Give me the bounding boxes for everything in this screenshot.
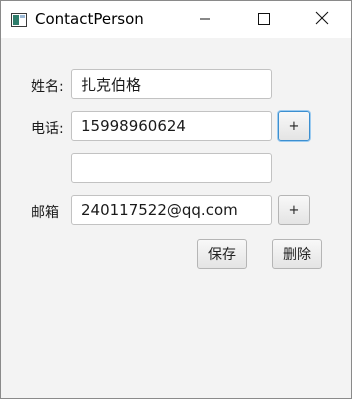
window-title: ContactPerson [35, 10, 144, 28]
phone-input-2[interactable] [71, 153, 272, 183]
maximize-button[interactable] [241, 1, 287, 38]
delete-button[interactable]: 删除 [272, 239, 322, 269]
app-window-icon [11, 12, 27, 27]
minimize-icon [199, 10, 211, 29]
close-button[interactable] [299, 1, 345, 38]
maximize-icon [258, 10, 270, 29]
close-icon [315, 10, 329, 29]
title-bar[interactable]: ContactPerson [1, 1, 351, 38]
email-label: 邮箱 [31, 205, 59, 221]
name-input[interactable] [71, 69, 272, 99]
contact-form: 姓名: 电话: + 邮箱 + 保存 删除 [1, 38, 351, 398]
add-email-button[interactable]: + [278, 195, 310, 225]
name-label: 姓名: [31, 79, 64, 95]
minimize-button[interactable] [182, 1, 228, 38]
phone-input-1[interactable] [71, 111, 272, 141]
contact-person-window: ContactPerson 姓名: 扎克伯格 电话: 15998960624 +… [0, 0, 352, 399]
add-phone-button[interactable]: + [278, 111, 310, 141]
phone-label: 电话: [31, 121, 64, 137]
save-button[interactable]: 保存 [197, 239, 247, 269]
email-input[interactable] [71, 195, 272, 225]
